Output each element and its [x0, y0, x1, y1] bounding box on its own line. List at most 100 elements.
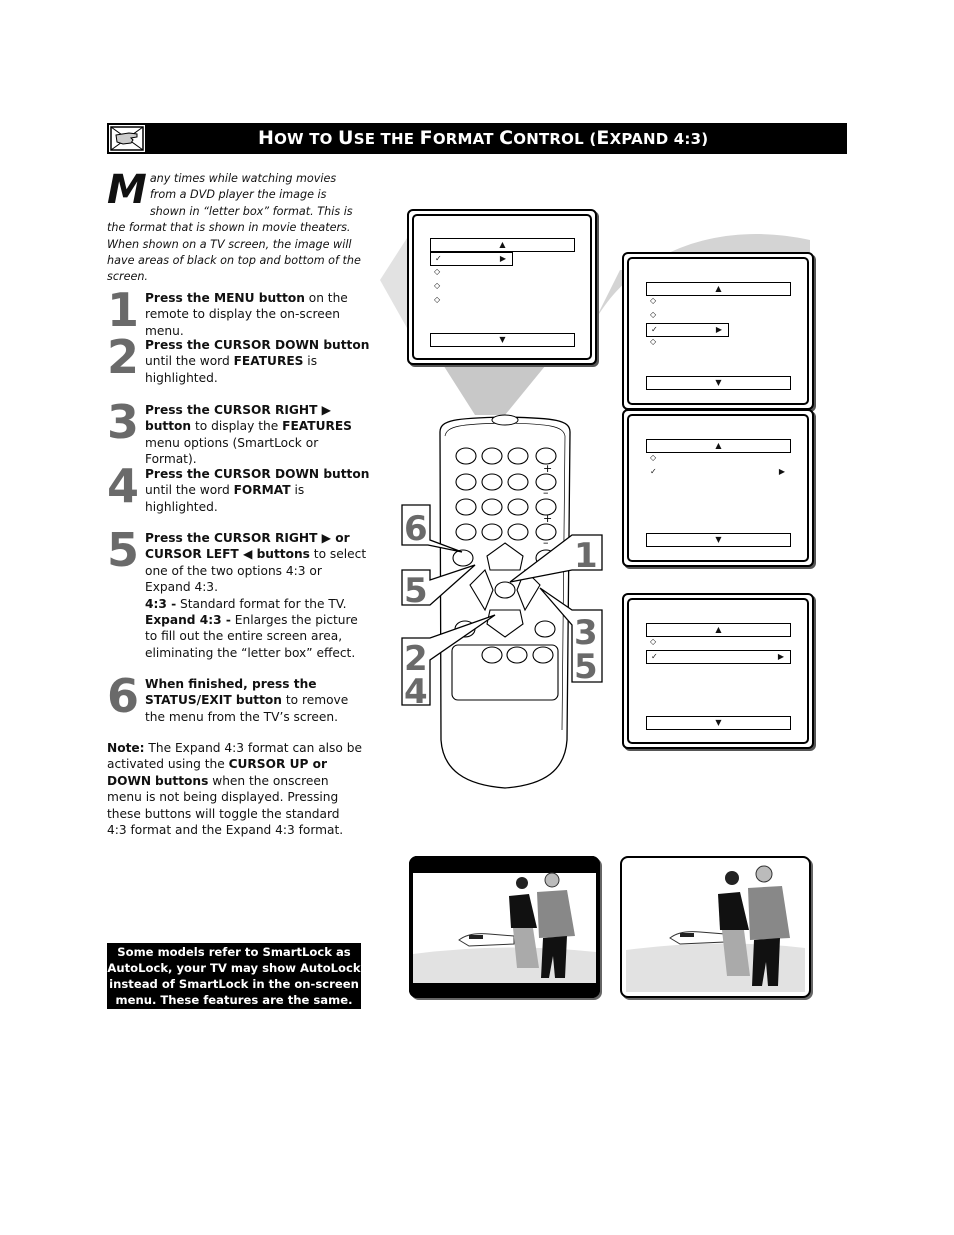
note-keyword: DOWN	[107, 773, 152, 788]
remote-button[interactable]	[481, 447, 503, 465]
note-paragraph: Note: The Expand 4:3 format can also be …	[107, 740, 362, 838]
note-label: Note:	[107, 741, 145, 755]
up-arrow-icon: ▲	[499, 240, 506, 249]
menu-item[interactable]: ◇	[430, 280, 511, 292]
page-title: HOW TO USE THE FORMAT CONTROL (EXPAND 4:…	[258, 127, 709, 149]
callout-number: 4	[404, 672, 428, 710]
menu-item[interactable]: ◇	[646, 309, 727, 321]
callout-number: 5	[404, 571, 428, 611]
menu-scroll-down-bar: ▼	[646, 376, 791, 390]
menu-scroll-up-bar: ▲	[646, 623, 791, 637]
expanded-picture	[620, 856, 811, 998]
step-text: until the word	[145, 483, 234, 498]
remote-button[interactable]	[507, 447, 529, 465]
option-label: 4:3 -	[145, 596, 177, 611]
tv-menu-screen-format: ▲ ◇ ✓ ▶ ▼	[622, 409, 814, 567]
diamond-icon: ◇	[650, 310, 657, 319]
diamond-icon: ◇	[434, 281, 441, 290]
menu-item-highlighted[interactable]: ✓ ▶	[646, 650, 791, 664]
up-arrow-icon: ▲	[715, 284, 722, 293]
plus-label: +	[543, 462, 552, 475]
tv-menu-screen-features: ▲ ◇ ◇ ✓ ▶ ◇ ▼	[622, 252, 814, 410]
step-2: 2 Press the CURSOR DOWN button until the…	[107, 331, 370, 387]
right-arrow-icon: ▶	[499, 254, 506, 263]
menu-scroll-up-bar: ▲	[646, 439, 791, 453]
step-number: 1	[107, 283, 140, 337]
airplane-graphic	[669, 931, 726, 945]
step-action: Press the CURSOR DOWN button	[145, 338, 370, 352]
option-label: Expand 4:3 -	[145, 613, 231, 628]
menu-item[interactable]: ◇	[646, 336, 727, 348]
remote-button[interactable]	[455, 473, 477, 491]
menu-scroll-down-bar: ▼	[430, 333, 575, 347]
step-number: 2	[107, 330, 140, 384]
up-arrow-icon: ▲	[715, 625, 722, 634]
check-icon: ✓	[650, 467, 657, 476]
menu-scroll-down-bar: ▼	[646, 533, 791, 547]
ir-emitter	[491, 414, 519, 426]
remote-beam	[440, 360, 550, 415]
callout-number: 5	[574, 647, 598, 687]
step-number: 5	[107, 523, 140, 577]
diamond-icon: ◇	[650, 337, 657, 346]
down-arrow-icon: ▼	[715, 535, 722, 544]
menu-item-highlighted[interactable]: ✓ ▶	[646, 323, 729, 337]
step-text: menu options (SmartLock or Format).	[145, 435, 319, 467]
intro-paragraph: Many times while watching movies from a …	[107, 167, 362, 286]
step-1: 1 Press the MENU button on the remote to…	[107, 284, 369, 338]
diamond-icon: ◇	[434, 295, 441, 304]
down-arrow-icon: ▼	[715, 378, 722, 387]
diamond-icon: ◇	[434, 267, 441, 276]
up-arrow-icon: ▲	[715, 441, 722, 450]
callout-number: 6	[404, 509, 428, 549]
remote-callouts: 6 5 2 4 1 3 5	[401, 504, 603, 710]
note-keyword: CURSOR UP	[228, 757, 309, 772]
tv-menu-screen-main: ▲ ✓ ▶ ◇ ◇ ◇ ▼	[407, 209, 597, 365]
smartlock-callout: Some models refer to SmartLock as AutoLo…	[107, 943, 361, 1009]
menu-scroll-up-bar: ▲	[430, 238, 575, 252]
remote-button[interactable]	[481, 473, 503, 491]
option-text: Standard format for the TV.	[176, 596, 347, 611]
menu-item-selected[interactable]: ✓ ▶	[646, 466, 791, 478]
step-keyword: FEATURES	[282, 419, 352, 434]
check-icon: ✓	[435, 254, 442, 263]
menu-item[interactable]: ◇	[430, 266, 511, 278]
step-number: 3	[107, 395, 140, 449]
remote-button[interactable]	[455, 447, 477, 465]
step-action: Press the CURSOR DOWN button	[145, 467, 370, 481]
step-6: 6 When finished, press the STATUS/EXIT b…	[107, 670, 369, 726]
hand-pointing-icon	[107, 123, 147, 154]
down-arrow-icon: ▼	[715, 718, 722, 727]
remote-button[interactable]	[507, 473, 529, 491]
right-arrow-icon: ▶	[715, 325, 722, 334]
step-keyword: FEATURES	[233, 354, 304, 369]
diamond-icon: ◇	[650, 296, 657, 305]
menu-item-highlighted[interactable]: ✓ ▶	[430, 252, 513, 266]
step-number: 6	[107, 669, 140, 723]
check-icon: ✓	[651, 652, 658, 661]
diamond-icon: ◇	[650, 637, 657, 646]
step-4: 4 Press the CURSOR DOWN button until the…	[107, 460, 370, 516]
down-arrow-icon: ▼	[499, 335, 506, 344]
menu-scroll-up-bar: ▲	[646, 282, 791, 296]
menu-item[interactable]: ◇	[646, 295, 727, 307]
menu-scroll-down-bar: ▼	[646, 716, 791, 730]
letterbox-picture	[409, 856, 600, 998]
diamond-icon: ◇	[650, 453, 657, 462]
step-text: to display the	[191, 419, 283, 434]
drop-cap: M	[107, 167, 147, 213]
menu-item[interactable]: ◇	[646, 452, 791, 464]
right-arrow-icon: ▶	[777, 652, 784, 661]
menu-item[interactable]: ◇	[646, 636, 791, 648]
airplane-graphic	[458, 933, 515, 947]
minus-label: –	[543, 486, 549, 499]
step-action: Press the MENU button	[145, 291, 305, 305]
note-keyword: buttons	[155, 773, 209, 788]
menu-item[interactable]: ◇	[430, 294, 511, 306]
step-text: until the word	[145, 354, 234, 369]
step-5: 5 Press the CURSOR RIGHT ▶ or CURSOR LEF…	[107, 524, 369, 665]
step-3: 3 Press the CURSOR RIGHT ▶ button to dis…	[107, 396, 369, 466]
step-keyword: FORMAT	[233, 483, 291, 498]
step-number: 4	[107, 459, 140, 513]
note-text: or	[308, 757, 328, 772]
